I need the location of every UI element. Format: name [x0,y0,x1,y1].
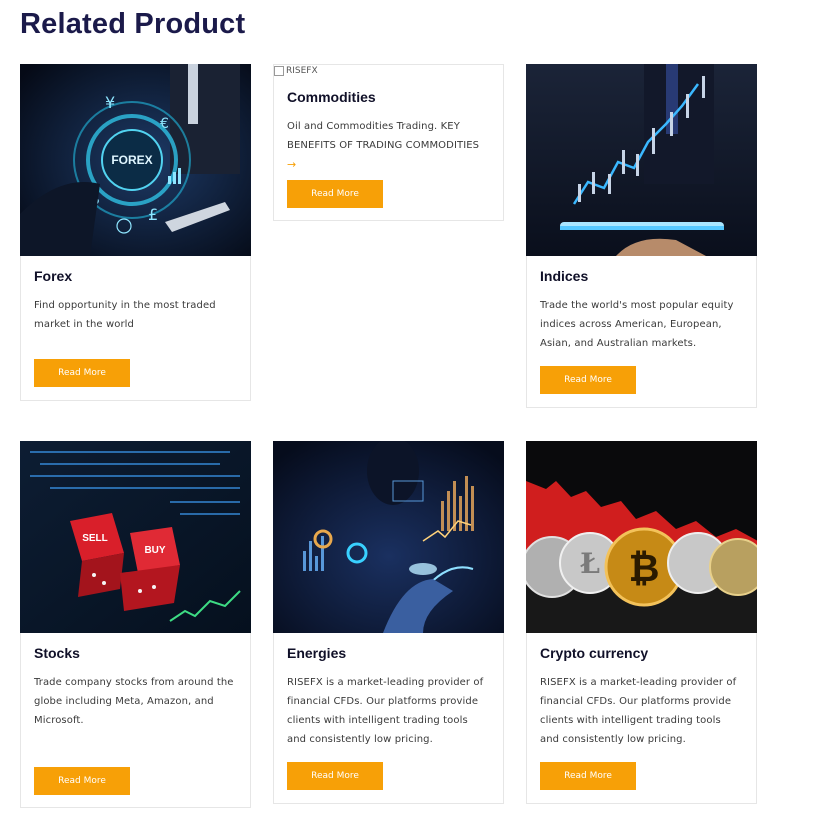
broken-image-alt: RISEFX [286,66,318,76]
product-description: Find opportunity in the most traded mark… [34,300,216,330]
svg-text:¥: ¥ [105,93,115,112]
product-card-energies: Energies RISEFX is a market-leading prov… [273,441,504,804]
read-more-button[interactable]: Read More [34,767,130,795]
svg-text:₿: ₿ [629,548,660,590]
product-description: Trade company stocks from around the glo… [34,677,234,726]
read-more-button[interactable]: Read More [540,762,636,790]
read-more-button[interactable]: Read More [34,359,130,387]
product-card-commodities: RISEFX Commodities Oil and Commodities T… [273,64,504,221]
product-description: Oil and Commodities Trading. KEY BENEFIT… [287,121,480,151]
product-card-indices: Indices Trade the world's most popular e… [526,64,757,408]
arrow-right-icon[interactable]: → [287,158,296,171]
stocks-image[interactable]: SELL BUY [20,441,251,633]
product-title: Energies [287,645,347,661]
buy-dice-label: BUY [144,545,165,556]
read-more-button[interactable]: Read More [540,366,636,394]
product-title: Forex [34,268,73,284]
page-title: Related Product [20,8,246,40]
product-description: Trade the world's most popular equity in… [540,300,734,349]
sell-dice-label: SELL [82,533,108,544]
product-title: Stocks [34,645,80,661]
product-description: RISEFX is a market-leading provider of f… [540,677,737,745]
svg-text:Ł: Ł [580,547,600,580]
energies-image[interactable] [273,441,504,633]
product-description: RISEFX is a market-leading provider of f… [287,677,484,745]
indices-image[interactable] [526,64,757,256]
svg-text:€: € [160,116,169,132]
read-more-button[interactable]: Read More [287,180,383,208]
crypto-currency-image[interactable]: Ł ₿ [526,441,757,633]
product-card-forex: FOREX ¥ € $ £ Forex Find opportunity in … [20,64,251,401]
forex-image-label: FOREX [111,153,152,167]
read-more-button[interactable]: Read More [287,762,383,790]
broken-image: RISEFX [274,65,503,77]
product-title: Crypto currency [540,645,649,661]
forex-image[interactable]: FOREX ¥ € $ £ [20,64,251,256]
product-title: Indices [540,268,589,284]
product-card-stocks: SELL BUY Stocks Trade company stocks fro… [20,441,251,808]
svg-text:£: £ [148,205,158,224]
product-title: Commodities [287,89,376,105]
product-card-crypto-currency: Ł ₿ Crypto currency RISEFX is a market-l… [526,441,757,804]
broken-image-icon [274,66,284,76]
